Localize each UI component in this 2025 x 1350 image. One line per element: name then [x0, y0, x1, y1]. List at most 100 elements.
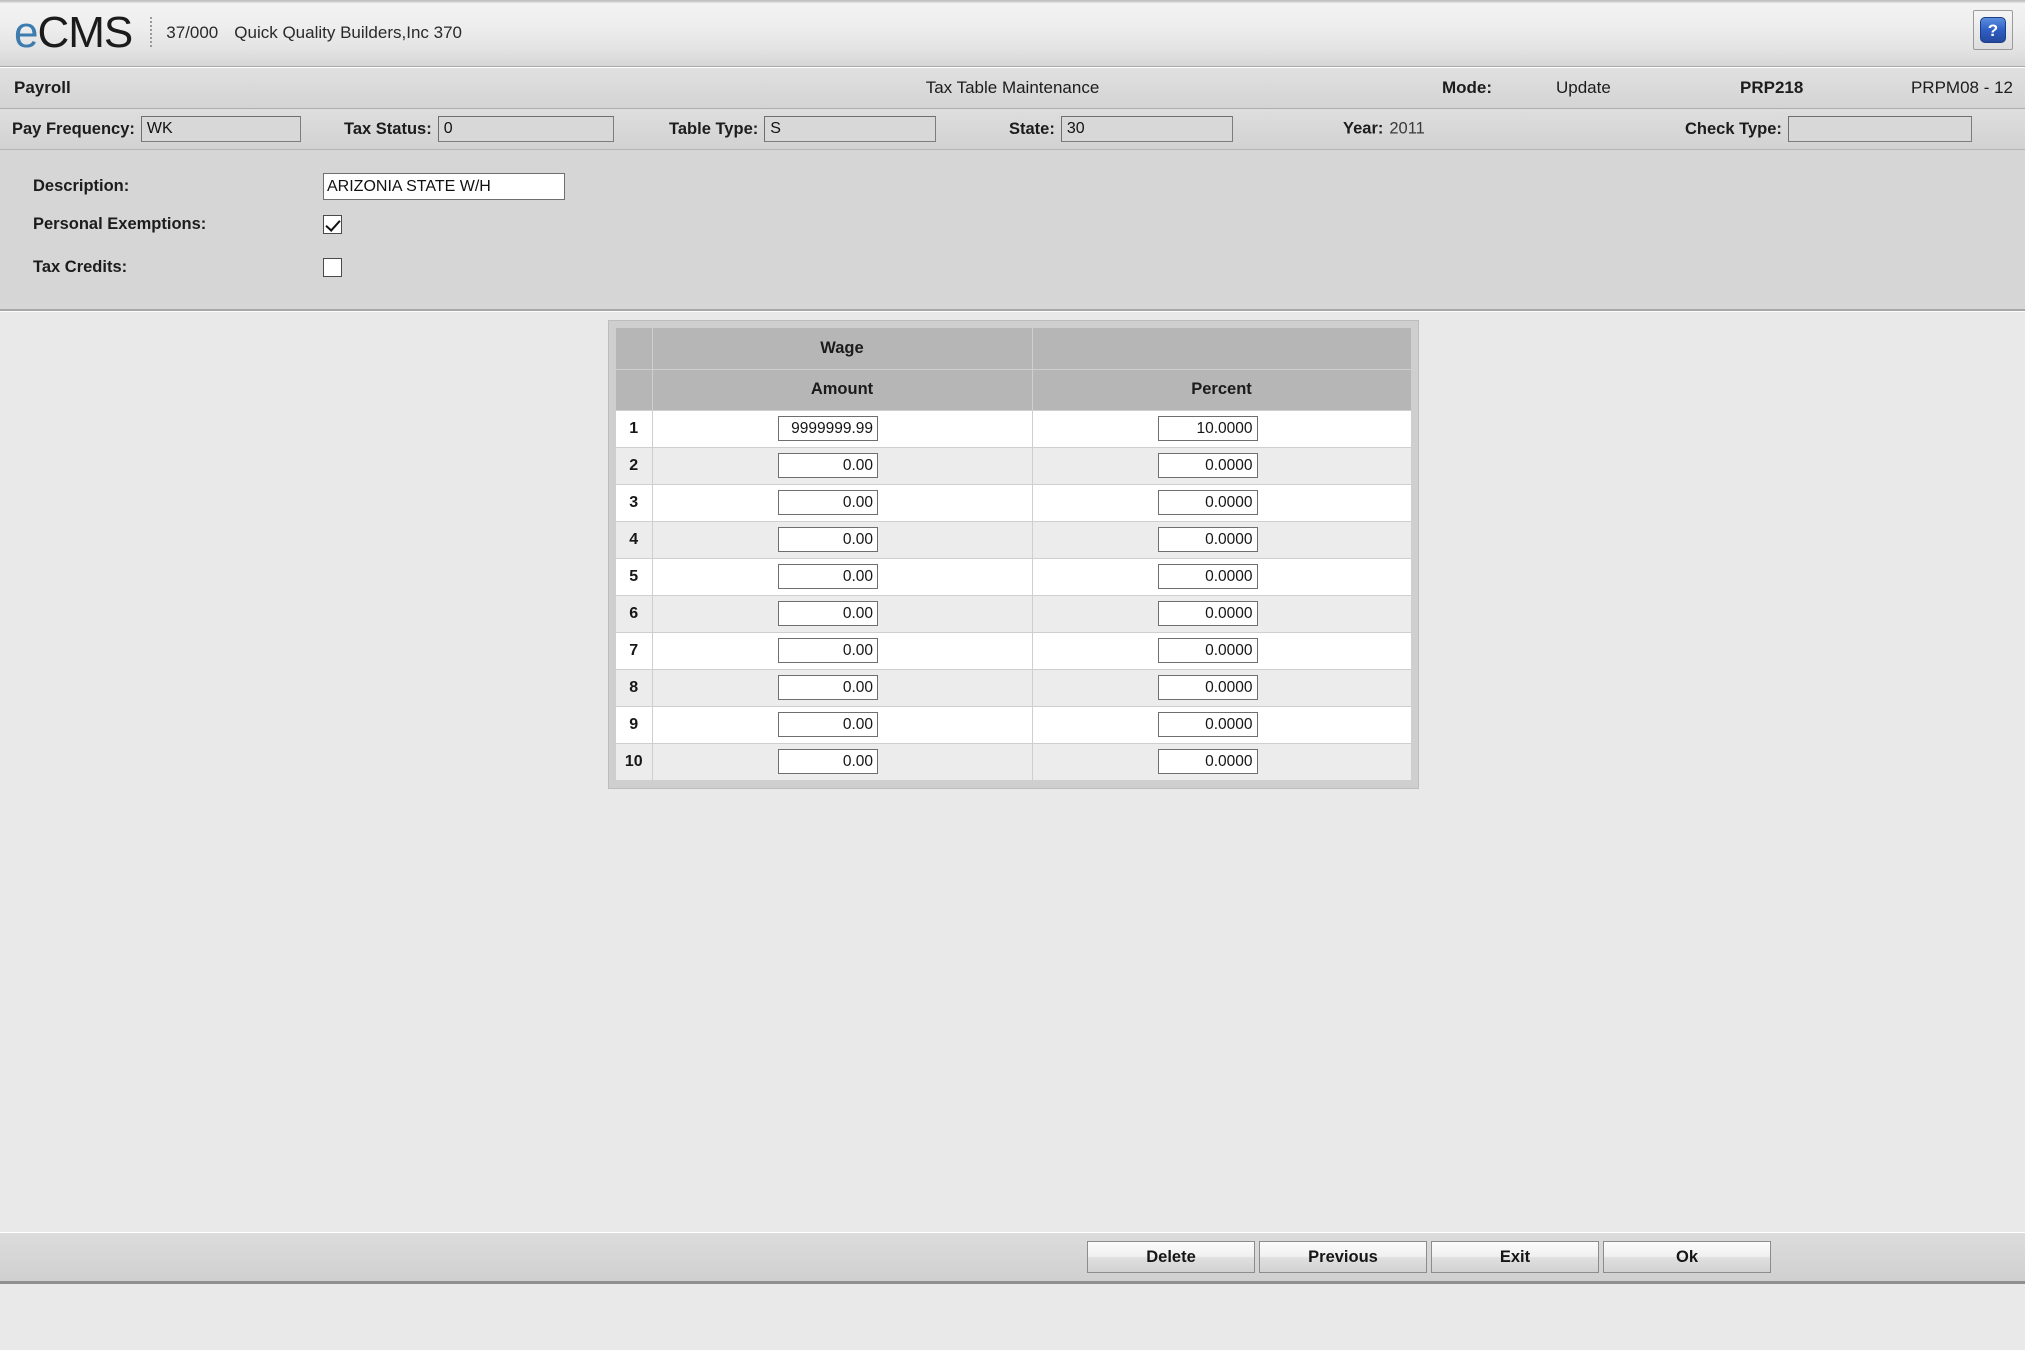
grid-header-group-row: Wage — [616, 328, 1412, 370]
table-row: 1 9999999.99 10.0000 — [616, 410, 1412, 448]
amount-cell: 0.00 — [652, 447, 1033, 485]
amount-cell-wrap: 0.00 — [653, 601, 1032, 626]
percent-cell: 0.0000 — [1032, 521, 1412, 559]
check-type-input[interactable] — [1787, 116, 1972, 142]
brand-bar: eCMS 37/000 Quick Quality Builders,Inc 37… — [0, 0, 2025, 67]
previous-button[interactable]: Previous — [1259, 1241, 1427, 1273]
state-label: State: — [1009, 119, 1055, 138]
table-type-input[interactable]: S — [764, 116, 937, 142]
row-index: 10 — [616, 743, 653, 781]
company-identifier: 37/000 Quick Quality Builders,Inc 370 — [166, 23, 462, 43]
row-index: 8 — [616, 669, 653, 707]
description-label: Description: — [33, 177, 130, 195]
amount-cell: 0.00 — [652, 595, 1033, 633]
grid-corner-cell — [616, 328, 653, 370]
percent-input[interactable]: 0.0000 — [1157, 564, 1258, 589]
percent-cell: 0.0000 — [1032, 484, 1412, 522]
amount-input[interactable]: 0.00 — [778, 527, 878, 552]
main-canvas: Wage Amount Percent 1 9999999.99 10.0000 2 0… — [0, 311, 2025, 1232]
amount-input[interactable]: 0.00 — [778, 601, 878, 626]
percent-cell: 0.0000 — [1032, 595, 1412, 633]
amount-input[interactable]: 0.00 — [778, 749, 878, 774]
percent-cell-wrap: 0.0000 — [1033, 564, 1411, 589]
row-personal-exemptions: Personal Exemptions: — [33, 215, 342, 234]
mode-value: Update — [1556, 78, 1611, 97]
amount-cell-wrap: 0.00 — [653, 564, 1032, 589]
row-index: 4 — [616, 521, 653, 559]
pay-frequency-input[interactable]: WK — [140, 116, 301, 142]
percent-cell: 0.0000 — [1032, 632, 1412, 670]
percent-cell-wrap: 0.0000 — [1033, 749, 1411, 774]
grid-header-column-row: Amount Percent — [616, 369, 1412, 411]
group-header-wage: Wage — [652, 328, 1033, 370]
field-check-type: Check Type: — [1685, 116, 1972, 142]
tax-credits-checkbox[interactable] — [323, 258, 342, 277]
state-input[interactable]: 30 — [1060, 116, 1233, 142]
column-header-amount: Amount — [652, 369, 1033, 411]
row-index: 5 — [616, 558, 653, 596]
amount-input[interactable]: 9999999.99 — [778, 416, 878, 441]
row-index: 7 — [616, 632, 653, 670]
program-id: PRP218 — [1740, 78, 1804, 97]
personal-exemptions-checkbox[interactable] — [323, 215, 342, 234]
personal-exemptions-label: Personal Exemptions: — [33, 215, 207, 233]
logo-letter-e: e — [14, 8, 39, 57]
row-description: Description: ARIZONIA STATE W/H — [33, 173, 565, 200]
percent-input[interactable]: 0.0000 — [1157, 490, 1258, 515]
logo-separator — [150, 17, 153, 49]
percent-input[interactable]: 0.0000 — [1157, 527, 1258, 552]
row-index: 2 — [616, 447, 653, 485]
table-type-label: Table Type: — [669, 119, 759, 138]
percent-input[interactable]: 0.0000 — [1157, 638, 1258, 663]
field-table-type: Table Type: S — [669, 116, 937, 142]
amount-cell-wrap: 0.00 — [653, 527, 1032, 552]
amount-cell: 0.00 — [652, 558, 1033, 596]
ok-button[interactable]: Ok — [1603, 1241, 1771, 1273]
help-button[interactable]: ? — [1973, 10, 2013, 50]
check-type-label: Check Type: — [1685, 119, 1782, 138]
amount-input[interactable]: 0.00 — [778, 638, 878, 663]
company-number: 37/000 — [166, 23, 219, 42]
table-row: 2 0.00 0.0000 — [616, 447, 1412, 485]
amount-input[interactable]: 0.00 — [778, 564, 878, 589]
description-input[interactable]: ARIZONIA STATE W/H — [323, 173, 565, 200]
amount-cell: 0.00 — [652, 521, 1033, 559]
delete-button[interactable]: Delete — [1087, 1241, 1255, 1273]
detail-panel: Description: ARIZONIA STATE W/H Personal… — [0, 150, 2025, 311]
percent-input[interactable]: 0.0000 — [1157, 749, 1258, 774]
footer-bar: Delete Previous Exit Ok — [0, 1232, 2025, 1284]
percent-input[interactable]: 0.0000 — [1157, 712, 1258, 737]
field-state: State: 30 — [1009, 116, 1233, 142]
percent-input[interactable]: 0.0000 — [1157, 453, 1258, 478]
amount-input[interactable]: 0.00 — [778, 675, 878, 700]
table-row: 7 0.00 0.0000 — [616, 632, 1412, 670]
amount-input[interactable]: 0.00 — [778, 453, 878, 478]
percent-cell: 0.0000 — [1032, 669, 1412, 707]
mode-label: Mode: — [1442, 78, 1493, 97]
table-row: 8 0.00 0.0000 — [616, 669, 1412, 707]
row-tax-credits: Tax Credits: — [33, 258, 342, 277]
amount-cell-wrap: 0.00 — [653, 490, 1032, 515]
group-header-blank — [1032, 328, 1412, 370]
table-row: 4 0.00 0.0000 — [616, 521, 1412, 559]
table-row: 3 0.00 0.0000 — [616, 484, 1412, 522]
field-year: Year: 2011 — [1343, 120, 1425, 139]
row-index: 9 — [616, 706, 653, 744]
tax-credits-label: Tax Credits: — [33, 258, 128, 276]
percent-input[interactable]: 10.0000 — [1157, 416, 1258, 441]
wage-percent-grid: Wage Amount Percent 1 9999999.99 10.0000 2 0… — [616, 328, 1412, 781]
percent-cell-wrap: 0.0000 — [1033, 675, 1411, 700]
company-name: Quick Quality Builders,Inc 370 — [234, 23, 462, 42]
percent-input[interactable]: 0.0000 — [1157, 601, 1258, 626]
table-row: 10 0.00 0.0000 — [616, 743, 1412, 781]
amount-input[interactable]: 0.00 — [778, 490, 878, 515]
percent-input[interactable]: 0.0000 — [1157, 675, 1258, 700]
tax-status-input[interactable]: 0 — [437, 116, 614, 142]
column-header-percent: Percent — [1032, 369, 1412, 411]
amount-input[interactable]: 0.00 — [778, 712, 878, 737]
title-bar: Payroll Tax Table Maintenance Mode: Upda… — [0, 67, 2025, 109]
percent-cell: 0.0000 — [1032, 558, 1412, 596]
grid-body: 1 9999999.99 10.0000 2 0.00 0.0000 3 0.00 0.0000… — [616, 410, 1412, 781]
amount-cell-wrap: 0.00 — [653, 749, 1032, 774]
exit-button[interactable]: Exit — [1431, 1241, 1599, 1273]
